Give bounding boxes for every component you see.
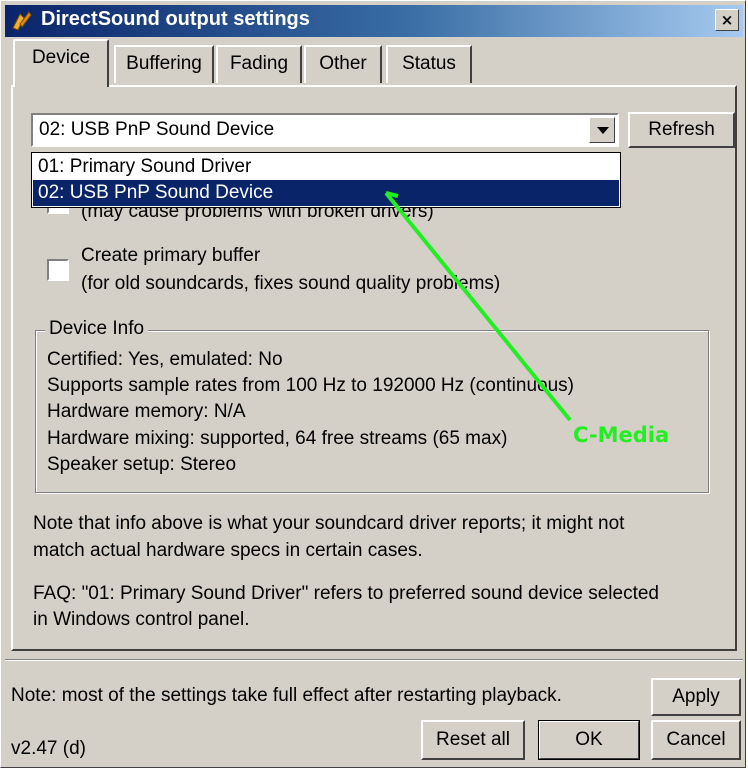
title-bar[interactable]: DirectSound output settings × — [5, 5, 743, 37]
info-certified: Certified: Yes, emulated: No — [47, 349, 283, 370]
tab-other[interactable]: Other — [304, 45, 382, 83]
ok-button[interactable]: OK — [538, 720, 640, 760]
version-label: v2.47 (d) — [11, 738, 86, 759]
device-dropdown-list[interactable]: 01: Primary Sound Driver 02: USB PnP Sou… — [31, 152, 621, 208]
primary-buffer-sublabel: (for old soundcards, fixes sound quality… — [81, 273, 501, 294]
annotation-label: C-Media — [573, 423, 670, 447]
tab-device[interactable]: Device — [13, 39, 109, 87]
faq-line-1: FAQ: "01: Primary Sound Driver" refers t… — [33, 583, 659, 604]
info-hw-mixing: Hardware mixing: supported, 64 free stre… — [47, 428, 508, 449]
dropdown-option[interactable]: 01: Primary Sound Driver — [33, 154, 619, 180]
faq-line-2: in Windows control panel. — [33, 609, 250, 630]
refresh-button[interactable]: Refresh — [628, 112, 735, 148]
window-title: DirectSound output settings — [41, 8, 310, 30]
device-select[interactable]: 02: USB PnP Sound Device — [31, 113, 619, 147]
reset-all-button[interactable]: Reset all — [421, 720, 525, 760]
primary-buffer-label: Create primary buffer — [81, 245, 261, 266]
cancel-button[interactable]: Cancel — [651, 720, 741, 760]
dialog-window: DirectSound output settings × Device Buf… — [0, 0, 746, 768]
footer-separator-highlight — [5, 660, 743, 661]
app-icon — [12, 11, 32, 31]
dropdown-option-selected[interactable]: 02: USB PnP Sound Device — [33, 180, 619, 206]
info-hw-memory: Hardware memory: N/A — [47, 401, 246, 422]
footer-note: Note: most of the settings take full eff… — [11, 685, 562, 706]
tab-status[interactable]: Status — [386, 45, 472, 83]
dropdown-arrow-icon[interactable] — [589, 117, 615, 143]
note-line-2: match actual hardware specs in certain c… — [33, 540, 423, 561]
tab-fading[interactable]: Fading — [216, 45, 302, 83]
note-line-1: Note that info above is what your soundc… — [33, 513, 625, 534]
info-sample-rates: Supports sample rates from 100 Hz to 192… — [47, 375, 574, 396]
apply-button[interactable]: Apply — [651, 678, 741, 716]
tab-buffering[interactable]: Buffering — [114, 45, 214, 83]
close-button[interactable]: × — [715, 9, 739, 31]
device-select-value: 02: USB PnP Sound Device — [39, 119, 275, 140]
info-speaker-setup: Speaker setup: Stereo — [47, 454, 237, 475]
device-info-title: Device Info — [45, 318, 149, 340]
primary-buffer-checkbox[interactable] — [47, 259, 69, 281]
